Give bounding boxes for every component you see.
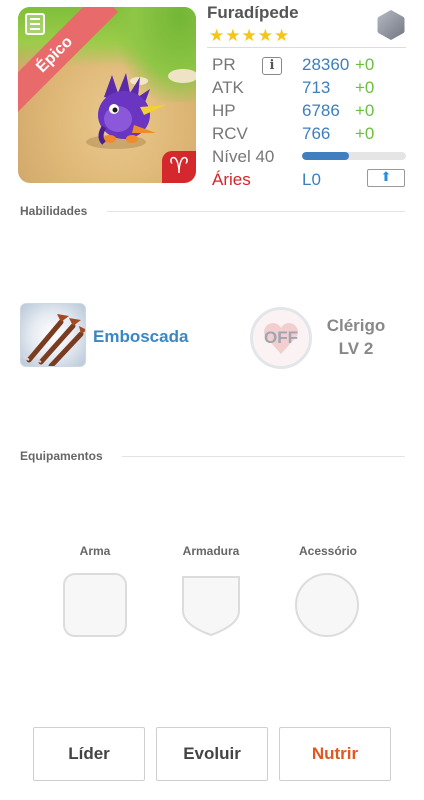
header-divider <box>207 47 406 48</box>
leader-skill-toggle[interactable]: OFF <box>250 307 312 369</box>
abilities-section-title: Habilidades <box>20 204 88 218</box>
accessory-slot[interactable] <box>295 573 359 637</box>
info-icon[interactable]: i <box>262 57 282 75</box>
pr-bonus: +0 <box>355 55 375 74</box>
evolve-button[interactable]: Evoluir <box>156 727 268 781</box>
pr-value: 28360 <box>302 55 350 74</box>
level-progress-fill <box>302 152 349 160</box>
equipment-divider <box>122 456 405 457</box>
rcv-bonus: +0 <box>355 124 375 143</box>
leader-off-label: OFF <box>264 328 298 347</box>
rock-element-icon <box>377 10 405 40</box>
level-label: Nível 40 <box>212 147 275 166</box>
book-icon[interactable] <box>25 13 45 35</box>
atk-label: ATK <box>212 78 244 97</box>
hp-bonus: +0 <box>355 101 375 120</box>
leader-button[interactable]: Líder <box>33 727 145 781</box>
skill-name[interactable]: Emboscada <box>93 327 188 347</box>
accessory-slot-label: Acessório <box>298 544 358 558</box>
upgrade-sign-button[interactable]: ⬆ <box>367 169 405 187</box>
leader-skill-name: Clérigo <box>326 316 386 335</box>
atk-value: 713 <box>302 78 331 97</box>
armor-slot-label: Armadura <box>182 544 240 558</box>
aries-sign-icon: ♈ <box>162 151 196 183</box>
leader-skill-level: LV 2 <box>338 339 374 358</box>
rarity-stars: ★★★★★ <box>209 26 291 46</box>
rcv-value: 766 <box>302 124 331 143</box>
weapon-slot-label: Arma <box>79 544 111 558</box>
level-progress-bar <box>302 152 406 160</box>
armor-slot[interactable] <box>180 573 242 637</box>
abilities-divider <box>107 211 405 212</box>
hp-value: 6786 <box>302 101 340 120</box>
monster-creature-image <box>98 73 166 145</box>
pr-label: PR <box>212 55 236 74</box>
hp-label: HP <box>212 101 236 120</box>
feed-button[interactable]: Nutrir <box>279 727 391 781</box>
monster-name: Furadípede <box>207 3 299 22</box>
atk-bonus: +0 <box>355 78 375 97</box>
equipment-section-title: Equipamentos <box>20 449 103 463</box>
rcv-label: RCV <box>212 124 248 143</box>
weapon-slot[interactable] <box>63 573 127 637</box>
zodiac-sign-label: Áries <box>212 170 251 189</box>
ambush-skill-icon[interactable] <box>20 303 86 367</box>
zodiac-sign-level: L0 <box>302 170 321 189</box>
monster-portrait[interactable]: Épico ♈ <box>18 7 196 183</box>
